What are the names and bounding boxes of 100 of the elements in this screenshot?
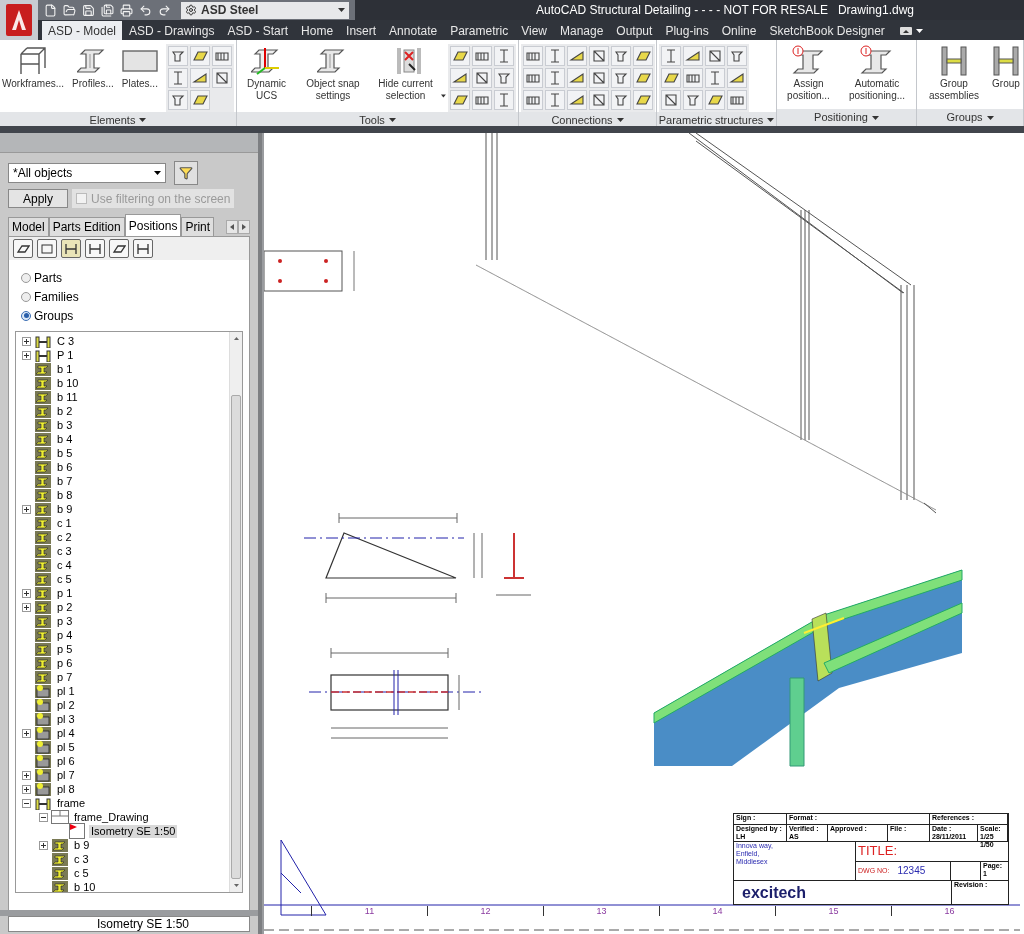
tool-button[interactable] [589,90,609,110]
ribbon-tab[interactable]: Insert [340,21,383,40]
tool-button[interactable] [567,90,587,110]
tree-item[interactable]: p 7 [55,670,75,684]
view-filter-button[interactable] [133,239,153,258]
tree-item[interactable]: c 5 [55,572,74,586]
ribbon-button[interactable]: Assign position... [779,44,838,102]
tree-item[interactable]: c 3 [72,852,91,866]
panel-title-bar[interactable]: Groups [917,109,1023,126]
ribbon-button[interactable]: Group assemblies [919,44,989,102]
view-filter-button[interactable] [37,239,57,258]
open-folder-button[interactable] [63,3,76,17]
radio-label[interactable]: Parts [34,268,62,287]
tree-item[interactable]: P 1 [55,348,76,362]
collapse-icon[interactable] [39,812,48,822]
expand-icon[interactable] [22,728,31,738]
collapse-icon[interactable] [22,798,31,808]
apply-button[interactable]: Apply [8,189,68,208]
panel-tab[interactable]: Parts Edition [48,217,125,236]
tree-item[interactable]: p 2 [55,600,75,614]
tree-item[interactable]: pl 8 [55,782,77,796]
redo-button[interactable] [158,3,171,17]
tool-button[interactable] [727,90,747,110]
tree-item[interactable]: b 10 [72,880,98,892]
ribbon-tab[interactable]: Home [295,21,340,40]
scroll-thumb[interactable] [231,395,241,879]
tool-button[interactable] [683,68,703,88]
panel-title-bar[interactable]: Positioning [777,109,916,126]
tool-button[interactable] [611,90,631,110]
filter-button[interactable] [174,161,198,185]
tool-button[interactable] [472,68,492,88]
tree-item[interactable]: c 1 [55,516,74,530]
tree-item[interactable]: pl 5 [55,740,77,754]
tool-button[interactable] [633,90,653,110]
tree-item[interactable]: pl 7 [55,768,77,782]
ribbon-tab[interactable]: Parametric [444,21,515,40]
radio-label[interactable]: Families [34,287,79,306]
workspace-dropdown[interactable]: ASD Steel [181,1,349,19]
tool-button[interactable] [661,90,681,110]
tree-item[interactable]: b 2 [55,404,75,418]
tool-button[interactable] [167,46,188,66]
view-filter-button[interactable] [109,239,129,258]
tree-item[interactable]: Isometry SE 1:50 [89,824,178,838]
ribbon-tab[interactable]: SketchBook Designer [763,21,891,40]
tree-item[interactable]: b 1 [55,362,75,376]
view-filter-button[interactable] [13,239,33,258]
tool-button[interactable] [589,68,609,88]
ribbon-button[interactable]: Object snap settings [296,44,370,102]
tool-button[interactable] [633,68,653,88]
tree-item[interactable]: b 9 [55,502,75,516]
ribbon-tab[interactable]: Online [715,21,763,40]
tree-item[interactable]: pl 6 [55,754,77,768]
expand-icon[interactable] [22,588,31,598]
tree-item[interactable]: b 7 [55,474,75,488]
radio-label[interactable]: Groups [34,306,74,325]
expand-icon[interactable] [22,602,31,612]
tool-button[interactable] [567,68,587,88]
ribbon-tab[interactable]: ASD - Start [221,21,295,40]
scrollbar[interactable] [229,332,242,892]
tree-item[interactable]: c 3 [55,544,74,558]
tree-item[interactable]: pl 2 [55,698,77,712]
radio-button[interactable] [21,272,31,283]
panel-tab[interactable]: Print [181,217,215,236]
tree-item[interactable]: p 5 [55,642,75,656]
application-menu-button[interactable] [0,0,38,40]
ribbon-button[interactable]: Group [991,44,1021,90]
panel-title-bar[interactable]: Tools [237,112,518,126]
tree-item[interactable]: C 3 [55,334,77,348]
view-filter-button[interactable] [85,239,105,258]
tree-item[interactable]: p 3 [55,614,75,628]
tool-button[interactable] [523,46,543,66]
tree-item[interactable]: b 9 [72,838,92,852]
tool-button[interactable] [683,46,703,66]
tree-item[interactable]: b 10 [55,376,81,390]
ribbon-button[interactable]: Automatic positioning... [840,44,914,102]
tree-item[interactable]: b 6 [55,460,75,474]
expand-icon[interactable] [22,784,31,794]
ribbon-button[interactable]: Plates... [121,44,158,90]
tree-item[interactable]: c 4 [55,558,74,572]
tool-button[interactable] [705,90,725,110]
radio-button[interactable] [21,291,31,302]
scroll-left-button[interactable] [226,220,238,234]
tree-item[interactable]: pl 3 [55,712,77,726]
filter-dropdown[interactable]: *All objects [8,163,166,183]
tree-item[interactable]: b 3 [55,418,75,432]
panel-tab[interactable]: Model [8,217,49,236]
tool-button[interactable] [472,90,492,110]
tree-item[interactable]: frame_Drawing [72,810,151,824]
ribbon-tab[interactable]: Output [610,21,659,40]
tool-button[interactable] [523,90,543,110]
tool-button[interactable] [567,46,587,66]
tool-button[interactable] [450,90,470,110]
ribbon-tab[interactable]: ASD - Model [42,21,123,40]
tool-button[interactable] [450,68,470,88]
tool-button[interactable] [589,46,609,66]
tool-button[interactable] [523,68,543,88]
expand-icon[interactable] [22,336,31,346]
tool-button[interactable] [611,68,631,88]
tool-button[interactable] [494,68,514,88]
ribbon-button[interactable]: Profiles... [72,44,114,90]
